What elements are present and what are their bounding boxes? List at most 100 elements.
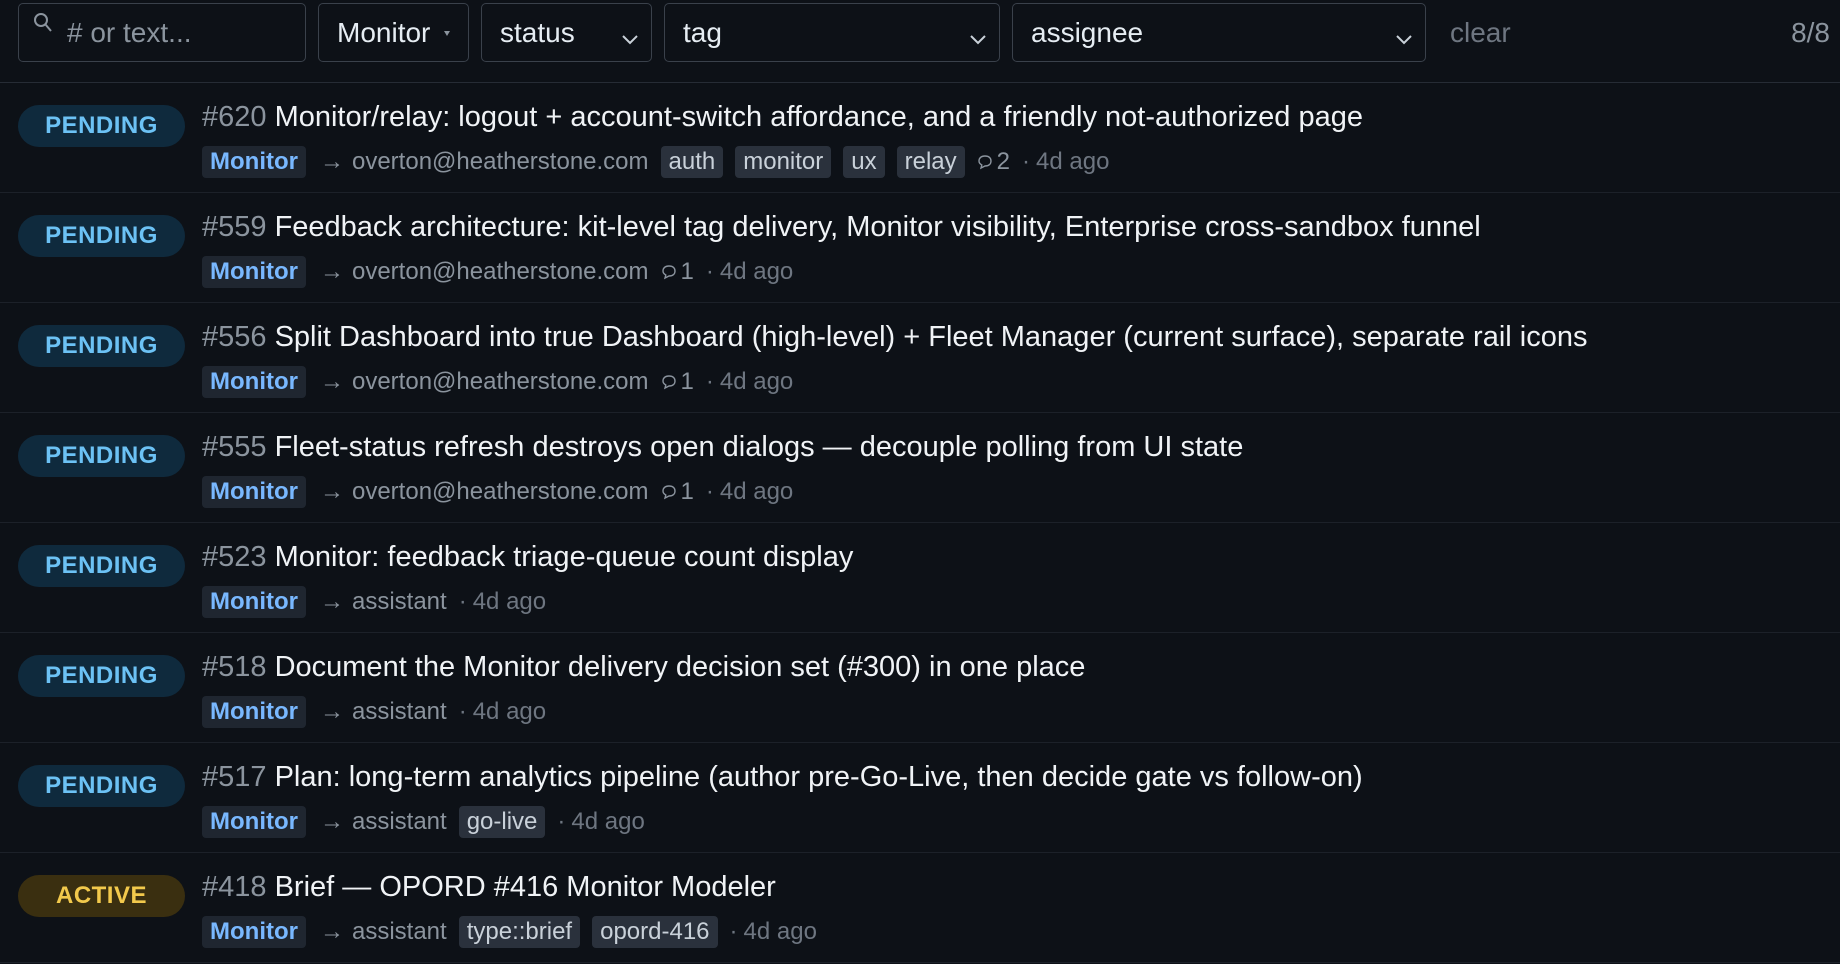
assign-arrow-icon: →: [319, 808, 344, 835]
separator-dot: ·: [705, 478, 714, 505]
issue-age: 4d ago: [719, 258, 794, 285]
tag-chip[interactable]: relay: [896, 146, 965, 178]
separator-dot: ·: [729, 918, 738, 945]
tag-chip[interactable]: go-live: [458, 806, 546, 838]
issue-meta: Monitor → assistant type::brief opord-416 · 4d…: [202, 916, 817, 948]
assignee-label: overton@heatherstone.com: [351, 148, 649, 175]
issue-meta: Monitor → overton@heatherstone.com 1 · 4d ago: [202, 476, 793, 508]
tag-chip[interactable]: opord-416: [592, 916, 718, 948]
tag-select[interactable]: tag: [664, 3, 1000, 62]
issue-title: Feedback architecture: kit-level tag del…: [274, 211, 1481, 243]
issue-number: #559: [202, 211, 267, 243]
separator-dot: ·: [458, 588, 467, 615]
issue-age: 4d ago: [472, 588, 547, 615]
issue-row[interactable]: PENDING #620 Monitor/relay: logout + acco…: [0, 83, 1840, 193]
comment-count-value: 1: [680, 368, 694, 395]
separator-dot: ·: [1022, 148, 1031, 175]
filter-toolbar: # or text... Monitor status tag assignee…: [0, 0, 1840, 83]
assign-arrow-icon: →: [319, 148, 344, 175]
assign-arrow-icon: →: [319, 588, 344, 615]
issue-row[interactable]: PENDING #523 Monitor: feedback triage-que…: [0, 523, 1840, 633]
tag-chip[interactable]: monitor: [735, 146, 832, 178]
issue-number: #518: [202, 651, 267, 683]
issue-number: #556: [202, 321, 267, 353]
comment-count: 2: [977, 148, 1010, 176]
status-badge: ACTIVE: [18, 875, 185, 917]
assignee-label: overton@heatherstone.com: [351, 368, 649, 395]
clear-filters-button[interactable]: clear: [1450, 17, 1511, 49]
issue-age: 4d ago: [719, 478, 794, 505]
issue-title-line[interactable]: #556 Split Dashboard into true Dashboard…: [202, 321, 1587, 354]
assignee-select[interactable]: assignee: [1012, 3, 1426, 62]
tag-chip[interactable]: ux: [843, 146, 885, 178]
status-select[interactable]: status: [481, 3, 652, 62]
chevron-down-icon: [969, 20, 987, 52]
assignee-label: assistant: [351, 918, 447, 945]
issue-title: Fleet-status refresh destroys open dialo…: [274, 431, 1244, 463]
comment-count: 1: [661, 478, 694, 506]
status-badge: PENDING: [18, 215, 185, 257]
issue-row[interactable]: PENDING #518 Document the Monitor deliver…: [0, 633, 1840, 743]
assign-arrow-icon: →: [319, 698, 344, 725]
issue-row[interactable]: ACTIVE #418 Brief — OPORD #416 Monitor Mo…: [0, 853, 1840, 963]
issue-meta: Monitor → overton@heatherstone.com 1 · 4d ago: [202, 366, 793, 398]
issue-row[interactable]: PENDING #517 Plan: long-term analytics pi…: [0, 743, 1840, 853]
caret-down-icon: [444, 31, 450, 36]
separator-dot: ·: [705, 368, 714, 395]
issue-number: #523: [202, 541, 267, 573]
issue-row[interactable]: PENDING #559 Feedback architecture: kit-l…: [0, 193, 1840, 303]
assign-arrow-icon: →: [319, 478, 344, 505]
comment-count-value: 1: [680, 258, 694, 285]
tag-chip[interactable]: auth: [660, 146, 724, 178]
issue-title-line[interactable]: #517 Plan: long-term analytics pipeline …: [202, 761, 1363, 794]
issue-row[interactable]: PENDING #555 Fleet-status refresh destroy…: [0, 413, 1840, 523]
assign-arrow-icon: →: [319, 258, 344, 285]
assign-arrow-icon: →: [319, 368, 344, 395]
assignee-label: assistant: [351, 588, 447, 615]
comment-icon: [977, 155, 992, 170]
project-chip[interactable]: Monitor: [202, 696, 306, 728]
comment-count: 1: [661, 258, 694, 286]
chevron-down-icon: [1395, 20, 1413, 52]
issue-title-line[interactable]: #418 Brief — OPORD #416 Monitor Modeler: [202, 871, 776, 904]
comment-count: 1: [661, 368, 694, 396]
project-select[interactable]: Monitor: [318, 3, 469, 62]
issue-row[interactable]: PENDING #556 Split Dashboard into true Da…: [0, 303, 1840, 413]
issue-title-line[interactable]: #555 Fleet-status refresh destroys open …: [202, 431, 1243, 464]
search-input[interactable]: # or text...: [18, 3, 306, 62]
issue-age: 4d ago: [472, 698, 547, 725]
issue-age: 4d ago: [743, 918, 817, 945]
assignee-label: assistant: [351, 698, 447, 725]
project-chip[interactable]: Monitor: [202, 476, 306, 508]
issue-title: Monitor/relay: logout + account-switch a…: [274, 101, 1363, 133]
issue-title-line[interactable]: #559 Feedback architecture: kit-level ta…: [202, 211, 1481, 244]
issue-age: 4d ago: [571, 808, 645, 835]
issue-title: Document the Monitor delivery decision s…: [274, 651, 1086, 683]
issue-title-line[interactable]: #620 Monitor/relay: logout + account-swi…: [202, 101, 1363, 134]
separator-dot: ·: [458, 698, 467, 725]
project-chip[interactable]: Monitor: [202, 366, 306, 398]
project-chip[interactable]: Monitor: [202, 586, 306, 618]
status-badge: PENDING: [18, 655, 185, 697]
issue-title-line[interactable]: #523 Monitor: feedback triage-queue coun…: [202, 541, 853, 574]
issue-age: 4d ago: [719, 368, 794, 395]
issue-meta: Monitor → overton@heatherstone.com 1 · 4d ago: [202, 256, 793, 288]
issue-meta: Monitor → assistant go-live · 4d ago: [202, 806, 645, 838]
assignee-label: overton@heatherstone.com: [351, 478, 649, 505]
comment-count-value: 1: [680, 478, 694, 505]
issue-title: Plan: long-term analytics pipeline (auth…: [274, 761, 1363, 793]
project-chip[interactable]: Monitor: [202, 146, 306, 178]
issue-number: #517: [202, 761, 267, 793]
assign-arrow-icon: →: [319, 918, 344, 945]
issue-number: #555: [202, 431, 267, 463]
issue-title-line[interactable]: #518 Document the Monitor delivery decis…: [202, 651, 1085, 684]
project-chip[interactable]: Monitor: [202, 806, 306, 838]
project-chip[interactable]: Monitor: [202, 256, 306, 288]
tag-chip[interactable]: type::brief: [458, 916, 581, 948]
tag-select-value: tag: [683, 16, 722, 48]
project-chip[interactable]: Monitor: [202, 916, 306, 948]
issue-title: Split Dashboard into true Dashboard (hig…: [274, 321, 1588, 353]
status-select-value: status: [500, 16, 575, 48]
separator-dot: ·: [557, 808, 566, 835]
issue-meta: Monitor → overton@heatherstone.com auth moni…: [202, 146, 1109, 178]
